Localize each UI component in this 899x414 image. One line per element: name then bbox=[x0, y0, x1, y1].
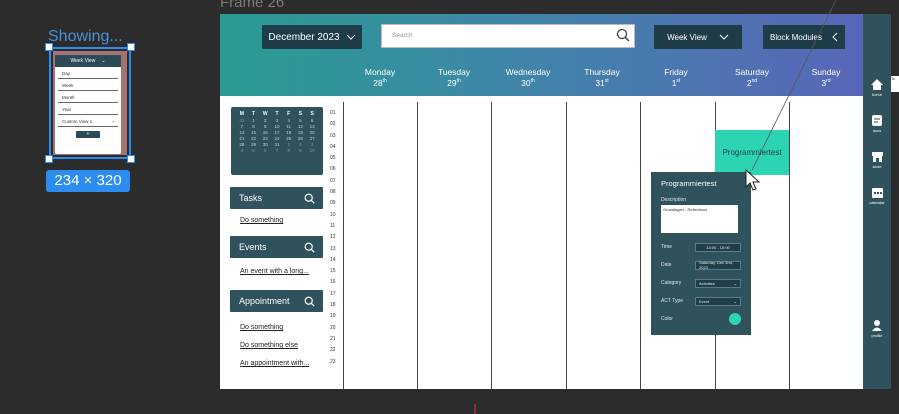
right-nav-bar: home docs store calendar profile bbox=[863, 14, 891, 389]
nav-profile-label: profile bbox=[871, 333, 883, 338]
nav-home[interactable]: home bbox=[863, 78, 891, 97]
calendar-icon bbox=[871, 188, 883, 198]
nav-calendar[interactable]: calendar bbox=[863, 187, 891, 205]
nav-docs-label: docs bbox=[872, 128, 882, 133]
nav-store[interactable]: store bbox=[863, 151, 891, 169]
home-icon bbox=[871, 79, 883, 90]
mouse-pointer-icon bbox=[745, 169, 761, 191]
prototype-connector-line bbox=[474, 0, 837, 414]
profile-icon bbox=[872, 320, 882, 331]
nav-calendar-label: calendar bbox=[869, 200, 885, 205]
docs-icon bbox=[872, 115, 882, 126]
nav-docs[interactable]: docs bbox=[863, 114, 891, 133]
nav-tooltip: To bbox=[891, 76, 899, 92]
nav-profile[interactable]: profile bbox=[863, 319, 891, 338]
store-icon bbox=[871, 152, 883, 162]
nav-home-label: home bbox=[871, 92, 882, 97]
nav-store-label: store bbox=[872, 164, 882, 169]
